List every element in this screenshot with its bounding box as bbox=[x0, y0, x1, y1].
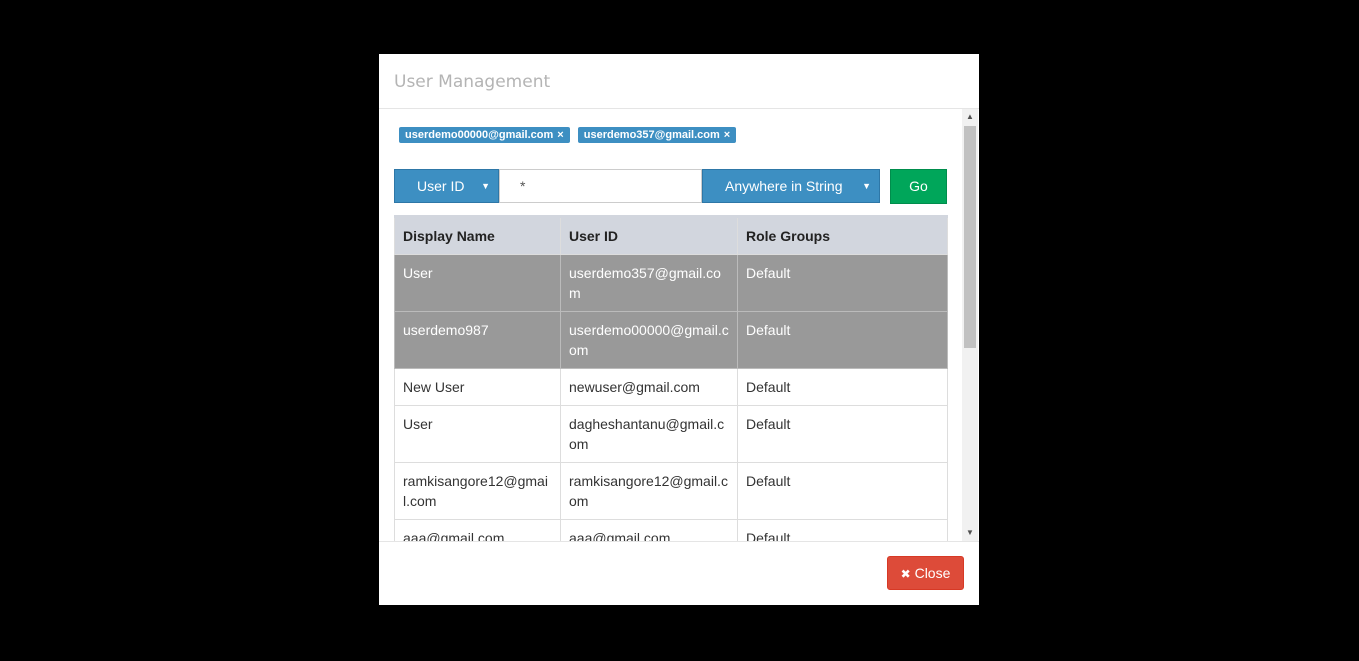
modal-title: User Management bbox=[394, 72, 551, 92]
close-button[interactable]: ✖ Close bbox=[887, 556, 964, 590]
cell-role-groups: Default bbox=[737, 462, 948, 520]
cell-display-name: User bbox=[394, 405, 561, 463]
cell-user-id: dagheshantanu@gmail.com bbox=[560, 405, 738, 463]
table-row[interactable]: aaa@gmail.com aaa@gmail.com Default bbox=[394, 519, 948, 541]
cell-user-id: userdemo357@gmail.com bbox=[560, 254, 738, 312]
table-header-row: Display Name User ID Role Groups bbox=[394, 215, 948, 255]
match-mode-label: Anywhere in String bbox=[725, 178, 843, 194]
cell-display-name: aaa@gmail.com bbox=[394, 519, 561, 541]
table-row[interactable]: New User newuser@gmail.com Default bbox=[394, 368, 948, 406]
column-header-role-groups[interactable]: Role Groups bbox=[737, 215, 948, 255]
cell-role-groups: Default bbox=[737, 311, 948, 369]
caret-down-icon: ▼ bbox=[862, 181, 871, 191]
modal-header: User Management bbox=[379, 54, 979, 109]
cell-user-id: newuser@gmail.com bbox=[560, 368, 738, 406]
modal-footer: ✖ Close bbox=[379, 541, 979, 605]
search-field-dropdown[interactable]: User ID ▼ bbox=[394, 169, 499, 203]
cell-user-id: ramkisangore12@gmail.com bbox=[560, 462, 738, 520]
match-mode-dropdown[interactable]: Anywhere in String ▼ bbox=[702, 169, 880, 203]
cell-display-name: userdemo987 bbox=[394, 311, 561, 369]
users-table: Display Name User ID Role Groups User us… bbox=[394, 215, 948, 541]
table-row[interactable]: userdemo987 userdemo00000@gmail.com Defa… bbox=[394, 311, 948, 369]
selected-tag: userdemo00000@gmail.com × bbox=[399, 127, 570, 143]
cell-role-groups: Default bbox=[737, 368, 948, 406]
caret-down-icon: ▼ bbox=[481, 181, 490, 191]
column-header-display-name[interactable]: Display Name bbox=[394, 215, 561, 255]
user-management-modal: User Management userdemo00000@gmail.com ×… bbox=[379, 54, 979, 605]
cell-display-name: User bbox=[394, 254, 561, 312]
remove-tag-icon[interactable]: × bbox=[557, 129, 563, 141]
selected-tag: userdemo357@gmail.com × bbox=[577, 127, 737, 143]
tag-label: userdemo357@gmail.com bbox=[583, 129, 720, 141]
modal-body: userdemo00000@gmail.com × userdemo357@gma… bbox=[379, 109, 979, 541]
close-label: Close bbox=[914, 565, 951, 581]
remove-tag-icon[interactable]: × bbox=[724, 129, 730, 141]
selected-tags: userdemo00000@gmail.com × userdemo357@gma… bbox=[399, 127, 744, 143]
cell-user-id: userdemo00000@gmail.com bbox=[560, 311, 738, 369]
search-bar: User ID ▼ Anywhere in String ▼ Go bbox=[394, 169, 947, 204]
table-row[interactable]: User userdemo357@gmail.com Default bbox=[394, 254, 948, 312]
cell-display-name: ramkisangore12@gmail.com bbox=[394, 462, 561, 520]
cell-role-groups: Default bbox=[737, 519, 948, 541]
cell-role-groups: Default bbox=[737, 405, 948, 463]
table-row[interactable]: ramkisangore12@gmail.com ramkisangore12@… bbox=[394, 462, 948, 520]
table-row[interactable]: User dagheshantanu@gmail.com Default bbox=[394, 405, 948, 463]
cell-display-name: New User bbox=[394, 368, 561, 406]
cell-user-id: aaa@gmail.com bbox=[560, 519, 738, 541]
search-input[interactable] bbox=[499, 169, 702, 203]
tag-label: userdemo00000@gmail.com bbox=[405, 129, 554, 141]
scroll-down-arrow-icon[interactable]: ▼ bbox=[962, 525, 978, 541]
column-header-user-id[interactable]: User ID bbox=[560, 215, 738, 255]
scroll-up-arrow-icon[interactable]: ▲ bbox=[962, 109, 978, 125]
search-field-label: User ID bbox=[417, 178, 465, 194]
go-button[interactable]: Go bbox=[890, 169, 947, 204]
close-icon: ✖ bbox=[900, 567, 911, 581]
vertical-scrollbar[interactable]: ▲ ▼ bbox=[962, 109, 978, 541]
cell-role-groups: Default bbox=[737, 254, 948, 312]
scrollbar-thumb[interactable] bbox=[964, 126, 976, 348]
